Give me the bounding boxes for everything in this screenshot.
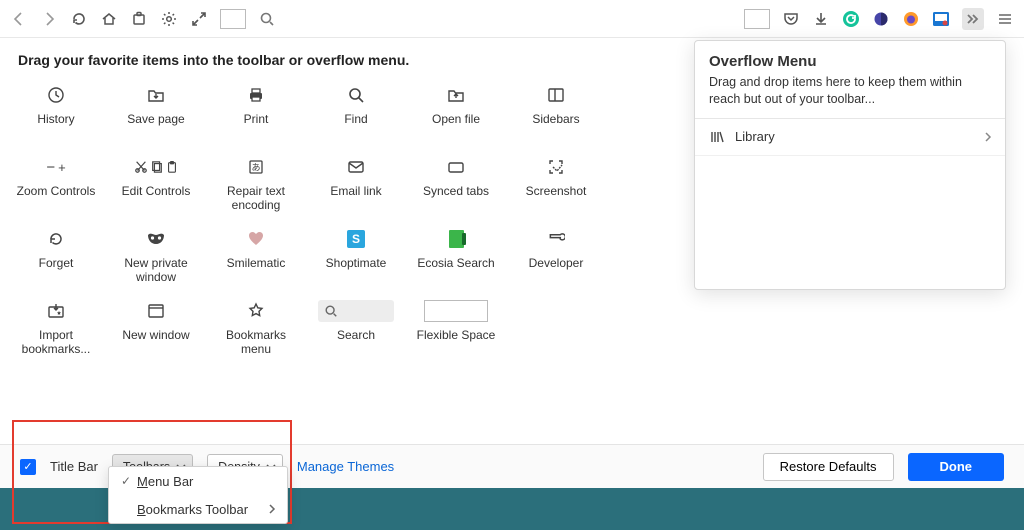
char-box-icon: あ <box>247 156 265 178</box>
pocket-icon[interactable] <box>782 10 800 28</box>
star-icon <box>247 300 265 322</box>
reload-icon[interactable] <box>70 10 88 28</box>
cut-copy-paste-icon <box>134 156 178 178</box>
item-zoom-controls[interactable]: −+Zoom Controls <box>6 150 106 222</box>
item-private-window[interactable]: New private window <box>106 222 206 294</box>
clock-icon <box>47 84 65 106</box>
titlebar-checkbox[interactable]: ✓ <box>20 459 36 475</box>
chevron-right-icon <box>267 504 277 514</box>
forward-icon[interactable] <box>40 10 58 28</box>
wrench-icon <box>547 228 565 250</box>
minus-plus-icon: −+ <box>46 156 65 178</box>
item-new-window[interactable]: New window <box>106 294 206 366</box>
search-slot-icon <box>318 300 394 322</box>
sidebar-icon <box>547 84 565 106</box>
toolbars-popup: ✓ Menu Bar Bookmarks Toolbar <box>108 466 288 524</box>
item-bookmarks-menu[interactable]: Bookmarks menu <box>206 294 306 366</box>
item-print[interactable]: Print <box>206 78 306 150</box>
tab-icon <box>447 156 465 178</box>
item-find[interactable]: Find <box>306 78 406 150</box>
folder-down-icon <box>147 84 165 106</box>
item-forget[interactable]: Forget <box>6 222 106 294</box>
library-icon <box>709 129 725 145</box>
menu-item-bookmarks-toolbar[interactable]: Bookmarks Toolbar <box>109 495 287 523</box>
ecosia-icon <box>449 228 464 250</box>
mask-icon <box>146 228 166 250</box>
menu-item-menu-bar[interactable]: ✓ Menu Bar <box>109 467 287 495</box>
window-icon <box>147 300 165 322</box>
screenshot-icon <box>547 156 565 178</box>
menu-icon[interactable] <box>996 10 1014 28</box>
check-icon: ✓ <box>121 474 137 488</box>
home-icon[interactable] <box>100 10 118 28</box>
overflow-drop-area[interactable] <box>695 155 1005 289</box>
item-open-file[interactable]: Open file <box>406 78 506 150</box>
fullscreen-icon[interactable] <box>190 10 208 28</box>
item-email-link[interactable]: Email link <box>306 150 406 222</box>
overflow-title: Overflow Menu <box>709 53 991 70</box>
top-toolbar <box>0 0 1024 38</box>
done-button[interactable]: Done <box>908 453 1005 481</box>
item-synced-tabs[interactable]: Synced tabs <box>406 150 506 222</box>
envelope-icon <box>347 156 365 178</box>
folder-open-icon <box>447 84 465 106</box>
item-flexible-space[interactable]: Flexible Space <box>406 294 506 366</box>
item-import-bookmarks[interactable]: Import bookmarks... <box>6 294 106 366</box>
saveweb-icon[interactable] <box>932 10 950 28</box>
item-developer[interactable]: Developer <box>506 222 606 294</box>
search-icon[interactable] <box>258 10 276 28</box>
flex-slot-icon <box>424 300 488 322</box>
shoptimate-icon: S <box>347 228 365 250</box>
import-star-icon <box>47 300 65 322</box>
overflow-item-label: Library <box>735 129 775 144</box>
item-sidebars[interactable]: Sidebars <box>506 78 606 150</box>
forget-icon <box>47 228 65 250</box>
overflow-menu-panel: Overflow Menu Drag and drop items here t… <box>694 40 1006 290</box>
spacer-box[interactable] <box>220 9 246 29</box>
search-icon <box>347 84 365 106</box>
grammarly-icon[interactable] <box>842 10 860 28</box>
item-repair-text[interactable]: あRepair text encoding <box>206 150 306 222</box>
overflow-item-library[interactable]: Library <box>695 119 1005 155</box>
item-search-slot[interactable]: Search <box>306 294 406 366</box>
item-history[interactable]: History <box>6 78 106 150</box>
overflow-description: Drag and drop items here to keep them wi… <box>709 74 991 108</box>
restore-defaults-button[interactable]: Restore Defaults <box>763 453 894 481</box>
nightmode-icon[interactable] <box>872 10 890 28</box>
settings-icon[interactable] <box>160 10 178 28</box>
item-screenshot[interactable]: Screenshot <box>506 150 606 222</box>
download-icon[interactable] <box>812 10 830 28</box>
item-edit-controls[interactable]: Edit Controls <box>106 150 206 222</box>
heart-icon <box>248 228 264 250</box>
item-ecosia[interactable]: Ecosia Search <box>406 222 506 294</box>
manage-themes-link[interactable]: Manage Themes <box>297 459 394 474</box>
chevron-right-icon <box>983 132 993 142</box>
spacer-box-right[interactable] <box>744 9 770 29</box>
printer-icon <box>247 84 265 106</box>
firefox-icon[interactable] <box>902 10 920 28</box>
item-smilematic[interactable]: Smilematic <box>206 222 306 294</box>
overflow-chevrons-icon[interactable] <box>962 8 984 30</box>
extensions-icon[interactable] <box>130 10 148 28</box>
titlebar-label: Title Bar <box>50 459 98 474</box>
back-icon[interactable] <box>10 10 28 28</box>
item-shoptimate[interactable]: SShoptimate <box>306 222 406 294</box>
item-save-page[interactable]: Save page <box>106 78 206 150</box>
svg-text:あ: あ <box>251 163 260 173</box>
